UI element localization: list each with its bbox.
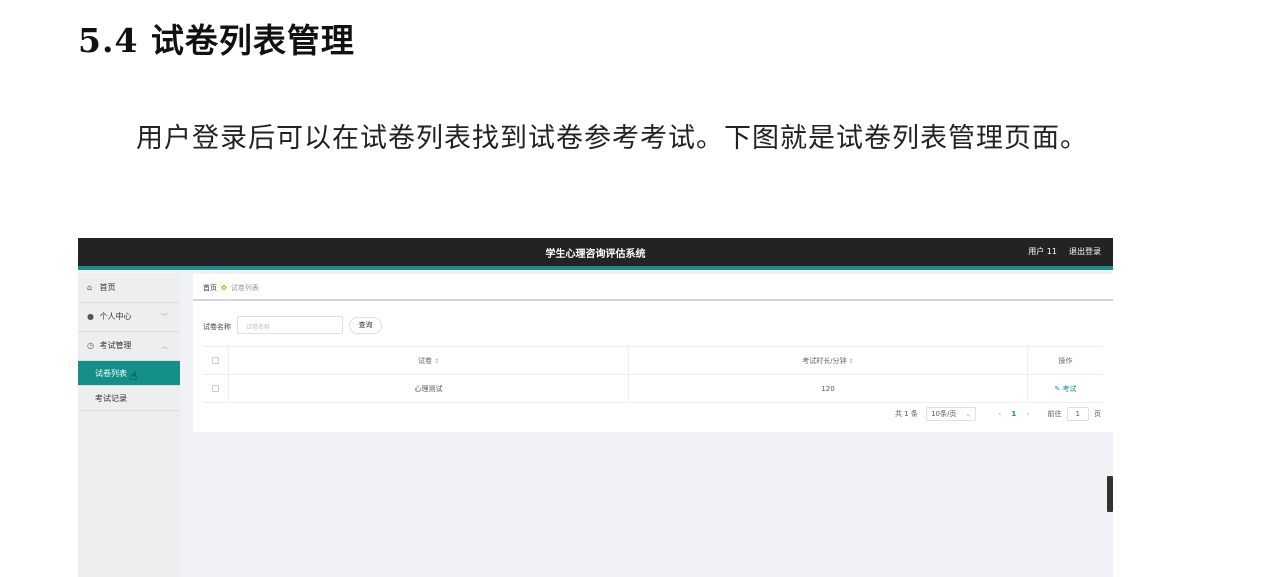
sort-icon[interactable]: ⇕ — [849, 358, 854, 365]
logout-link[interactable]: 退出登录 — [1069, 246, 1101, 257]
home-icon: ⌂ — [87, 283, 93, 292]
goto-page-input[interactable]: 1 — [1066, 407, 1089, 421]
app-screenshot: 学生心理咨询评估系统 用户 11 退出登录 ⌂ 首页 ● 个人中心 ﹀ ◷ 考试… — [78, 238, 1113, 577]
divider — [193, 299, 1113, 301]
scrollbar-thumb[interactable] — [1107, 476, 1113, 512]
section-heading: 5.4 试卷列表管理 — [78, 21, 355, 60]
table-row: 心理测试 120 ✎ 考试 — [203, 375, 1103, 403]
search-input[interactable]: 试卷名称 — [237, 316, 343, 334]
clock-icon: ◷ — [87, 341, 94, 350]
top-bar: 学生心理咨询评估系统 用户 11 退出登录 — [78, 238, 1113, 270]
page-size-select[interactable]: 10条/页 ⌄ — [926, 407, 977, 421]
user-icon: ● — [87, 312, 94, 321]
sort-icon[interactable]: ⇕ — [434, 358, 439, 365]
sidebar-item-label: 考试管理 — [99, 341, 132, 350]
action-cell: ✎ 考试 — [1028, 375, 1103, 403]
app-title: 学生心理咨询评估系统 — [545, 249, 646, 260]
pagination-total: 共 1 条 — [894, 410, 918, 418]
paper-table: 试卷 ⇕ 考试时长/分钟 ⇕ 操作 心理测试 120 ✎ 考试 — [203, 346, 1103, 403]
chevron-down-icon: ⌄ — [965, 410, 972, 418]
breadcrumb: 首页 ✿ 试卷列表 — [203, 283, 259, 293]
sidebar-subitem-exam-records[interactable]: 考试记录 — [78, 386, 180, 411]
sidebar-item-label: 首页 — [99, 283, 116, 292]
paper-name-cell: 心理测试 — [229, 375, 629, 403]
current-page[interactable]: 1 — [1011, 410, 1016, 418]
sidebar-item-home[interactable]: ⌂ 首页 — [78, 274, 180, 303]
chevron-up-icon: ︿ — [161, 342, 168, 350]
breadcrumb-home[interactable]: 首页 — [203, 284, 217, 292]
column-header-paper[interactable]: 试卷 ⇕ — [229, 347, 629, 375]
search-button[interactable]: 查询 — [349, 317, 382, 334]
header-checkbox-cell — [203, 347, 229, 375]
row-checkbox[interactable] — [212, 385, 219, 392]
chevron-down-icon: ﹀ — [161, 313, 168, 321]
sidebar-item-profile[interactable]: ● 个人中心 ﹀ — [78, 303, 180, 332]
goto-suffix: 页 — [1094, 410, 1101, 418]
main-panel: 首页 ✿ 试卷列表 试卷名称 试卷名称 查询 试卷 ⇕ 考试时长/分钟 ⇕ 操作 心理测… — [193, 274, 1113, 432]
column-header-actions: 操作 — [1058, 357, 1073, 365]
body-paragraph: 用户登录后可以在试卷列表找到试卷参考考试。下图就是试卷列表管理页面。 — [136, 123, 1088, 154]
next-page-button[interactable]: › — [1026, 410, 1029, 418]
search-label: 试卷名称 — [203, 323, 231, 331]
edit-icon: ✎ — [1054, 385, 1061, 393]
sidebar-subitem-paper-list[interactable]: 试卷列表 — [78, 361, 180, 386]
breadcrumb-separator-icon: ✿ — [221, 284, 227, 292]
breadcrumb-current: 试卷列表 — [230, 284, 259, 292]
column-header-duration[interactable]: 考试时长/分钟 ⇕ — [629, 347, 1028, 375]
pagination: 共 1 条 10条/页 ⌄ ‹ 1 › 前往 1 页 — [895, 407, 1101, 421]
prev-page-button[interactable]: ‹ — [998, 410, 1001, 418]
goto-label: 前往 — [1047, 410, 1062, 418]
sidebar: ⌂ 首页 ● 个人中心 ﹀ ◷ 考试管理 ︿ 试卷列表 考试记录 — [78, 274, 180, 577]
hand-cursor-icon: ☝ — [130, 369, 138, 383]
table-header-row: 试卷 ⇕ 考试时长/分钟 ⇕ 操作 — [203, 347, 1103, 375]
take-exam-link[interactable]: ✎ 考试 — [1054, 385, 1076, 393]
duration-cell: 120 — [629, 375, 1028, 403]
row-checkbox-cell — [203, 375, 229, 403]
sidebar-item-label: 个人中心 — [99, 312, 132, 321]
select-all-checkbox[interactable] — [212, 357, 219, 364]
sidebar-item-exam-management[interactable]: ◷ 考试管理 ︿ — [78, 332, 180, 361]
current-user: 用户 11 — [1028, 247, 1057, 256]
